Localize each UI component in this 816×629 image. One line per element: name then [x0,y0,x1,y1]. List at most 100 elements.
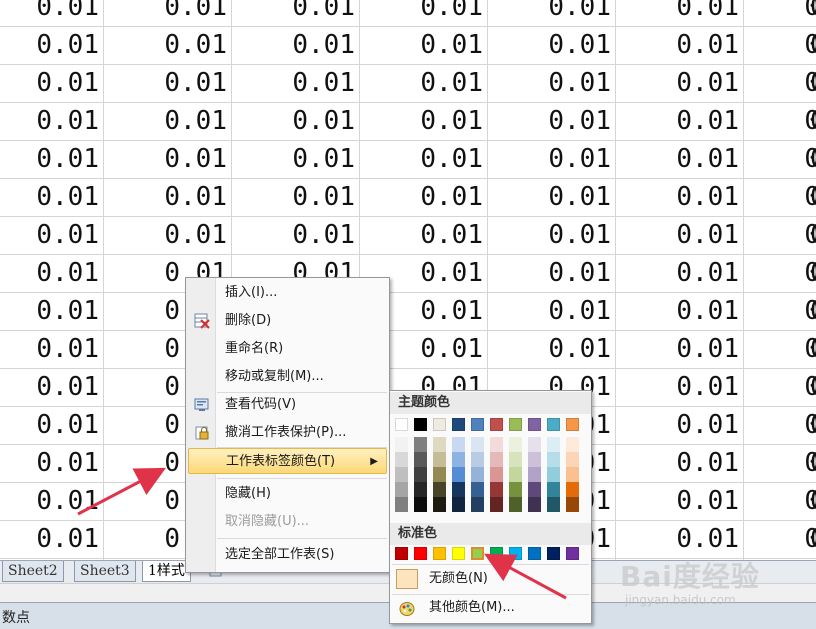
grid-cell[interactable]: 0.01 [0,483,104,521]
grid-cell[interactable]: 0.01 [744,445,816,483]
theme-shade-swatch[interactable] [433,467,446,482]
theme-shade-swatch[interactable] [452,482,465,497]
theme-shade-swatch[interactable] [490,452,503,467]
menu-item-tab-color[interactable]: 工作表标签颜色(T) ▶ [188,448,387,474]
tab-sheet3[interactable]: Sheet3 [74,561,136,582]
grid-cell[interactable]: 0.01 [104,103,232,141]
theme-shade-swatch[interactable] [414,482,427,497]
grid-cell[interactable]: 0.01 [744,331,816,369]
theme-shade-swatch[interactable] [471,497,484,512]
theme-shade-swatch[interactable] [509,452,522,467]
theme-shade-swatch[interactable] [414,497,427,512]
grid-cell[interactable]: 0.01 [744,293,816,331]
grid-cell[interactable]: 0.01 [0,27,104,65]
theme-shade-swatch[interactable] [566,437,579,452]
standard-color-swatch[interactable] [452,547,465,560]
theme-color-swatch[interactable] [566,418,579,431]
grid-cell[interactable]: 0.01 [488,255,616,293]
theme-color-swatch[interactable] [509,418,522,431]
grid-cell[interactable]: 0.01 [360,217,488,255]
theme-shade-swatch[interactable] [433,482,446,497]
grid-cell-partial[interactable]: 0 [808,65,816,103]
theme-shade-swatch[interactable] [452,467,465,482]
grid-cell[interactable]: 0.01 [744,369,816,407]
grid-cell[interactable]: 0.01 [616,27,744,65]
theme-shade-swatch[interactable] [395,437,408,452]
grid-cell[interactable]: 0.01 [616,0,744,27]
grid-cell[interactable]: 0.01 [232,179,360,217]
grid-cell[interactable]: 0.01 [0,65,104,103]
no-color-option[interactable]: 无颜色(N) [392,565,589,593]
theme-shade-swatch[interactable] [547,452,560,467]
grid-cell[interactable]: 0.01 [616,103,744,141]
grid-cell[interactable]: 0.01 [360,0,488,27]
theme-shade-swatch[interactable] [395,482,408,497]
grid-cell[interactable]: 0.01 [744,255,816,293]
grid-cell[interactable]: 0.01 [0,521,104,559]
theme-shade-swatch[interactable] [509,437,522,452]
grid-cell[interactable]: 0.01 [616,331,744,369]
theme-shade-swatch[interactable] [509,482,522,497]
theme-shade-swatch[interactable] [547,497,560,512]
grid-cell[interactable]: 0.01 [104,65,232,103]
grid-cell[interactable]: 0.01 [360,179,488,217]
menu-item-unprotect[interactable]: 撤消工作表保护(P)... [188,420,387,446]
grid-cell-partial[interactable]: 0 [808,27,816,65]
grid-cell-partial[interactable]: 0 [808,293,816,331]
grid-cell[interactable]: 0.01 [104,0,232,27]
grid-cell[interactable]: 0.01 [232,217,360,255]
grid-cell[interactable]: 0.01 [744,217,816,255]
grid-cell[interactable]: 0.01 [232,103,360,141]
theme-shade-swatch[interactable] [471,467,484,482]
theme-shade-swatch[interactable] [547,437,560,452]
standard-color-swatch[interactable] [433,547,446,560]
menu-item-hide[interactable]: 隐藏(H) [188,481,387,507]
grid-cell-partial[interactable]: 0 [808,521,816,559]
theme-shade-swatch[interactable] [490,467,503,482]
grid-cell[interactable]: 0.01 [616,141,744,179]
grid-cell[interactable]: 0.01 [232,0,360,27]
grid-cell[interactable]: 0.01 [0,103,104,141]
theme-shade-swatch[interactable] [528,437,541,452]
grid-cell[interactable]: 0.01 [104,179,232,217]
theme-shade-swatch[interactable] [566,467,579,482]
theme-color-swatch[interactable] [452,418,465,431]
grid-cell[interactable]: 0.01 [616,445,744,483]
theme-shade-swatch[interactable] [395,497,408,512]
grid-cell[interactable]: 0.01 [0,407,104,445]
tab-sheet2[interactable]: Sheet2 [2,561,64,582]
more-colors-option[interactable]: 其他颜色(M)... [392,594,589,622]
grid-cell[interactable]: 0.01 [488,331,616,369]
grid-cell[interactable]: 0.01 [488,179,616,217]
grid-cell[interactable]: 0.01 [744,141,816,179]
standard-color-swatch[interactable] [528,547,541,560]
theme-shade-swatch[interactable] [566,482,579,497]
standard-color-swatch[interactable] [566,547,579,560]
theme-color-swatch[interactable] [433,418,446,431]
grid-cell[interactable]: 0.01 [0,331,104,369]
theme-shade-swatch[interactable] [452,452,465,467]
theme-color-swatch[interactable] [528,418,541,431]
standard-color-swatch[interactable] [547,547,560,560]
theme-shade-swatch[interactable] [471,437,484,452]
grid-cell[interactable]: 0.01 [744,103,816,141]
grid-cell[interactable]: 0.01 [0,293,104,331]
theme-color-swatch[interactable] [490,418,503,431]
grid-cell[interactable]: 0.01 [104,217,232,255]
theme-shade-swatch[interactable] [414,437,427,452]
grid-cell[interactable]: 0.01 [616,293,744,331]
standard-color-swatch[interactable] [490,547,503,560]
menu-item-delete[interactable]: 删除(D) [188,308,387,334]
theme-shade-swatch[interactable] [528,482,541,497]
standard-color-swatch[interactable] [395,547,408,560]
grid-cell[interactable]: 0.01 [744,179,816,217]
grid-cell[interactable]: 0.01 [360,141,488,179]
grid-cell[interactable]: 0.01 [360,65,488,103]
theme-shade-swatch[interactable] [414,467,427,482]
grid-cell[interactable]: 0.01 [744,65,816,103]
grid-cell[interactable]: 0.01 [0,255,104,293]
grid-cell[interactable]: 0.01 [232,65,360,103]
theme-shade-swatch[interactable] [528,452,541,467]
theme-shade-swatch[interactable] [471,482,484,497]
theme-shade-swatch[interactable] [528,497,541,512]
